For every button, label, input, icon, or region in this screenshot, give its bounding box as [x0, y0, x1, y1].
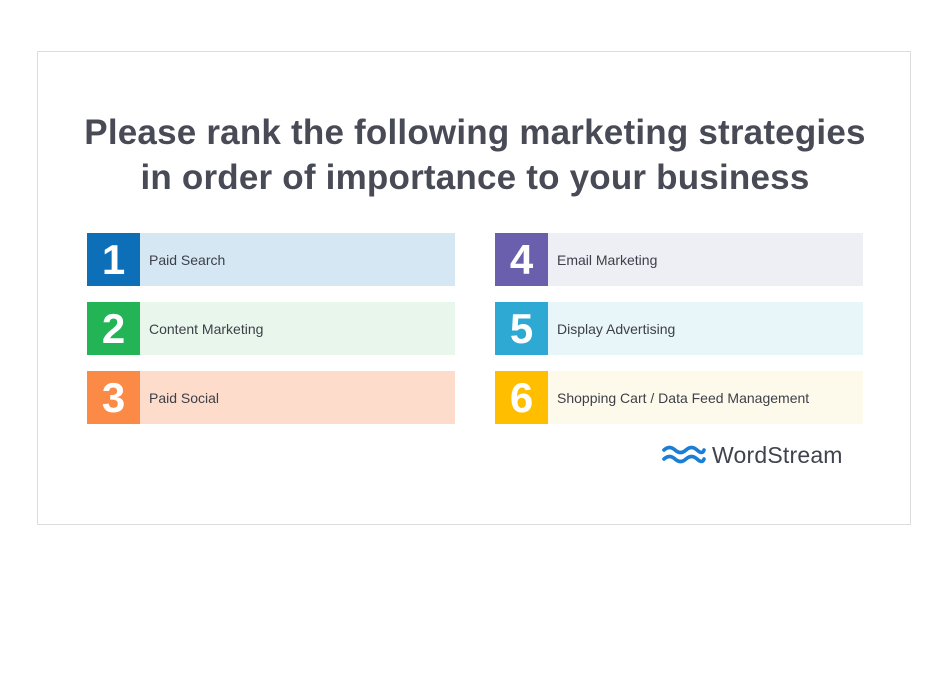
rank-item-3: 3 Paid Social: [87, 371, 455, 424]
wave-logo-icon: [662, 445, 706, 464]
rank-item-2: 2 Content Marketing: [87, 302, 455, 355]
rank-item-6: 6 Shopping Cart / Data Feed Management: [495, 371, 863, 424]
rank-item-label: Email Marketing: [548, 233, 863, 286]
rank-number-badge: 5: [495, 302, 548, 355]
rank-item-1: 1 Paid Search: [87, 233, 455, 286]
rank-number-badge: 3: [87, 371, 140, 424]
logo-text: WordStream: [712, 441, 843, 468]
rank-number-badge: 2: [87, 302, 140, 355]
rank-item-label: Content Marketing: [140, 302, 455, 355]
wordstream-logo: WordStream: [662, 442, 843, 468]
rank-item-label: Paid Search: [140, 233, 455, 286]
rank-item-5: 5 Display Advertising: [495, 302, 863, 355]
rank-number-badge: 6: [495, 371, 548, 424]
rank-item-label: Display Advertising: [548, 302, 863, 355]
rank-number-badge: 1: [87, 233, 140, 286]
rank-item-label: Paid Social: [140, 371, 455, 424]
page-title: Please rank the following marketing stra…: [38, 110, 912, 200]
title-line-1: Please rank the following marketing stra…: [84, 113, 866, 152]
rank-number-badge: 4: [495, 233, 548, 286]
rank-item-4: 4 Email Marketing: [495, 233, 863, 286]
survey-card: Please rank the following marketing stra…: [37, 51, 911, 525]
title-line-2: in order of importance to your business: [140, 158, 810, 197]
rank-item-label: Shopping Cart / Data Feed Management: [548, 371, 863, 424]
